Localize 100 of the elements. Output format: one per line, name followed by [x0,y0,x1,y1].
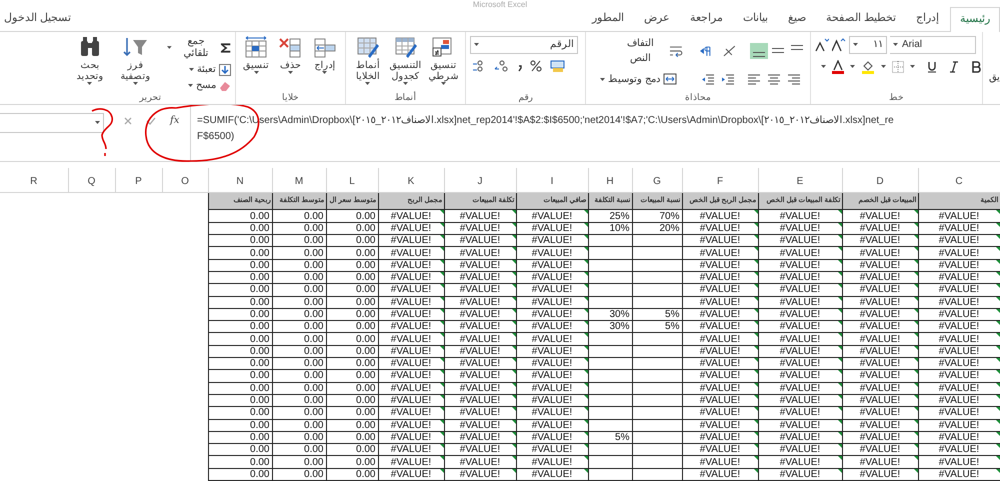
column-header[interactable]: I [550,176,554,188]
ribbon-button[interactable]: حذف [274,36,307,74]
table-cell: 0.00 [326,320,378,333]
column-header[interactable]: E [796,176,804,188]
table-cell: #VALUE! [516,444,588,456]
table-cell: #VALUE! [378,468,444,480]
error-indicator-icon [440,260,444,264]
column-header[interactable]: N [236,176,244,188]
column-header[interactable]: H [606,176,614,188]
percent-icon [530,60,542,72]
ribbon-tab[interactable]: إدراج [907,10,948,31]
table-cell: #VALUE! [758,468,842,480]
column-header[interactable]: G [653,176,661,188]
ribbon-button[interactable]: مسح [188,80,231,92]
table-cell: #VALUE! [758,271,842,284]
table-cell: 0.00 [208,468,272,480]
ribbon-button[interactable]: جمع تلقائي [167,36,231,60]
table-cell: #VALUE! [516,296,588,308]
cell-styles-icon [356,36,380,58]
error-indicator-icon [512,420,516,424]
error-indicator-icon [996,456,1000,460]
ribbon-tab[interactable]: تخطيط الصفحة [816,10,905,31]
table-cell: #VALUE! [918,394,1000,407]
column-header[interactable]: C [955,176,963,188]
sign-in-link[interactable]: تسجيل الدخول [4,10,72,31]
table-cell: #VALUE! [842,320,918,333]
column-header[interactable]: Q [88,176,96,188]
column-header[interactable]: L [349,176,355,188]
column-header[interactable]: P [135,176,142,188]
ribbon-tab[interactable]: عرض [634,10,679,31]
fill-down-icon [218,64,231,76]
wrap-text-button[interactable]: التفاف النص [616,36,682,66]
table-cell: 0.00 [272,271,326,284]
ribbon-button[interactable]: التنسيق كجدول [388,36,424,85]
ribbon-button[interactable]: فرز وتصفية [114,36,158,85]
ribbon-button[interactable]: أنماط الخلايا [350,36,386,85]
error-indicator-icon [838,235,842,240]
error-indicator-icon [838,394,842,399]
column-header[interactable]: K [408,176,414,188]
table-cell: 0.00 [208,406,272,420]
table-cell: #VALUE! [682,308,758,321]
font-name-dropdown[interactable]: Arial [890,36,976,54]
table-cell: 0.00 [272,284,326,296]
column-header[interactable]: F [716,176,724,188]
error-indicator-icon [512,284,516,288]
ribbon-button[interactable]: إدراج [308,36,341,74]
error-indicator-icon [914,284,918,288]
error-indicator-icon [440,382,444,387]
ribbon-tab[interactable]: المطور [582,10,633,31]
error-indicator-icon [754,444,758,448]
error-indicator-icon [440,296,444,301]
column-header[interactable]: J [478,176,482,188]
font-size-dropdown[interactable]: ١١ [849,36,887,54]
table-cell: 0.00 [326,234,378,247]
error-indicator-icon [996,235,1000,240]
table-cell: #VALUE! [516,419,588,432]
table-cell: 0.00 [326,394,378,407]
table-cell: #VALUE! [378,431,444,444]
table-cell: #VALUE! [516,456,588,468]
error-indicator-icon [754,358,758,362]
align-button[interactable] [750,42,768,59]
table-cell: 0.00 [208,431,272,444]
table-cell: 0.00 [208,320,272,333]
table-cell: #VALUE! [444,419,516,432]
ribbon-button[interactable]: تنسيق شرطي [426,36,461,85]
error-indicator-icon [584,370,588,374]
error-indicator-icon [754,308,758,313]
ribbon-tab[interactable]: رئيسية [950,7,1000,32]
table-cell: #VALUE! [378,444,444,456]
merge-center-button[interactable]: دمج وتوسيط [600,72,677,87]
table-cell: 0.00 [272,320,326,333]
ribbon-tab[interactable]: مراجعة [680,10,732,31]
table-cell: 0.00 [272,234,326,247]
error-indicator-icon [440,308,444,313]
ribbon-button[interactable]: تنسيق [240,36,272,74]
table-cell: #VALUE! [444,284,516,296]
ribbon-button[interactable]: بحث وتحديد [70,36,110,85]
number-format-dropdown[interactable]: الرقم [470,36,578,54]
column-header[interactable]: O [181,176,189,188]
table-cell: #VALUE! [682,234,758,247]
ribbon-button[interactable]: تعبئة [188,64,231,76]
table-cell: 0.00 [272,468,326,480]
table-cell: #VALUE! [842,222,918,235]
align-left-icon [746,73,761,86]
column-header[interactable]: R [30,176,38,188]
error-indicator-icon [512,260,516,264]
formula-text[interactable]: F$6500) [197,130,1000,143]
table-cell: 0.00 [326,406,378,420]
table-cell: #VALUE! [444,246,516,260]
column-header[interactable]: D [876,176,884,188]
error-indicator-icon [914,407,918,412]
insert-function-button[interactable]: fx [170,114,180,126]
error-indicator-icon [754,420,758,424]
error-indicator-icon [440,333,444,338]
ribbon-tab[interactable]: صيغ [778,10,815,31]
ribbon-tab[interactable]: بيانات [734,10,777,31]
table-cell: #VALUE! [682,246,758,260]
table-cell: #VALUE! [682,284,758,296]
column-header[interactable]: M [294,176,304,188]
error-indicator-icon [996,247,1000,252]
